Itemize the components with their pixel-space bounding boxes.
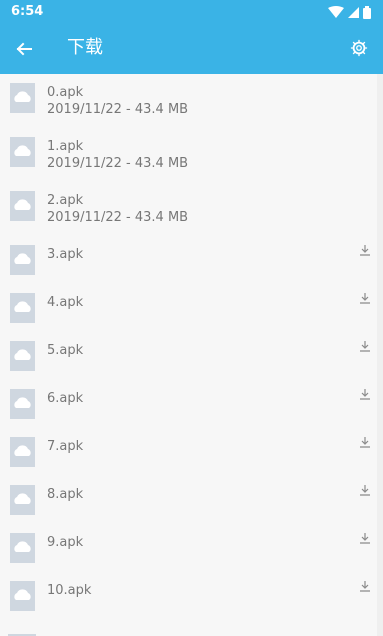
file-row-3[interactable]: 3.apk: [0, 236, 377, 284]
status-icons: [328, 4, 371, 20]
file-name: 3.apk: [47, 247, 84, 262]
back-button[interactable]: [12, 37, 36, 61]
download-icon[interactable]: [359, 388, 371, 400]
file-row-5[interactable]: 5.apk: [0, 332, 377, 380]
file-row-9[interactable]: 9.apk: [0, 524, 377, 572]
cloud-file-icon: [10, 581, 35, 611]
cloud-file-icon: [10, 83, 35, 113]
file-row-6[interactable]: 6.apk: [0, 380, 377, 428]
download-icon[interactable]: [359, 292, 371, 304]
cloud-file-icon: [10, 191, 35, 221]
file-meta: 2019/11/22 - 43.4 MB: [47, 156, 189, 171]
file-name: 6.apk: [47, 391, 84, 406]
cellular-signal-icon: [348, 6, 359, 18]
file-row-2[interactable]: 2.apk 2019/11/22 - 43.4 MB: [0, 182, 377, 236]
wifi-icon: [328, 6, 344, 18]
file-row-4[interactable]: 4.apk: [0, 284, 377, 332]
file-meta: 2019/11/22 - 43.4 MB: [47, 210, 189, 225]
file-name: 0.apk: [47, 85, 84, 100]
cloud-file-icon: [10, 341, 35, 371]
file-row-1[interactable]: 1.apk 2019/11/22 - 43.4 MB: [0, 128, 377, 182]
file-name: 2.apk: [47, 193, 84, 208]
page-title: 下载: [67, 37, 103, 58]
file-row-10[interactable]: 10.apk: [0, 572, 377, 620]
status-bar: 6:54: [0, 0, 383, 24]
cloud-file-icon: [10, 245, 35, 275]
cloud-file-icon: [10, 485, 35, 515]
cloud-file-icon: [10, 293, 35, 323]
file-meta: 2019/11/22 - 43.4 MB: [47, 102, 189, 117]
download-icon[interactable]: [359, 340, 371, 352]
file-row-0[interactable]: 0.apk 2019/11/22 - 43.4 MB: [0, 74, 377, 128]
cloud-file-icon: [10, 137, 35, 167]
scroll-track[interactable]: [377, 74, 383, 636]
file-name: 9.apk: [47, 535, 84, 550]
gear-icon[interactable]: [350, 39, 368, 57]
download-icon[interactable]: [359, 580, 371, 592]
file-row-7[interactable]: 7.apk: [0, 428, 377, 476]
cloud-file-icon: [10, 533, 35, 563]
file-name: 10.apk: [47, 583, 92, 598]
battery-icon: [363, 5, 371, 19]
status-time: 6:54: [11, 4, 44, 19]
file-name: 1.apk: [47, 139, 84, 154]
file-name: 4.apk: [47, 295, 84, 310]
file-list: 0.apk 2019/11/22 - 43.4 MB 1.apk 2019/11…: [0, 74, 377, 636]
file-row-8[interactable]: 8.apk: [0, 476, 377, 524]
download-icon[interactable]: [359, 436, 371, 448]
screen: 6:54 下载 0.apk 2019/11/22 - 43.4 MB 1.apk…: [0, 0, 383, 636]
file-name: 8.apk: [47, 487, 84, 502]
file-name: 7.apk: [47, 439, 84, 454]
app-bar: 下载: [0, 24, 383, 74]
download-icon[interactable]: [359, 484, 371, 496]
cloud-file-icon: [10, 389, 35, 419]
download-icon[interactable]: [359, 244, 371, 256]
download-icon[interactable]: [359, 532, 371, 544]
file-name: 5.apk: [47, 343, 84, 358]
cloud-file-icon: [10, 437, 35, 467]
